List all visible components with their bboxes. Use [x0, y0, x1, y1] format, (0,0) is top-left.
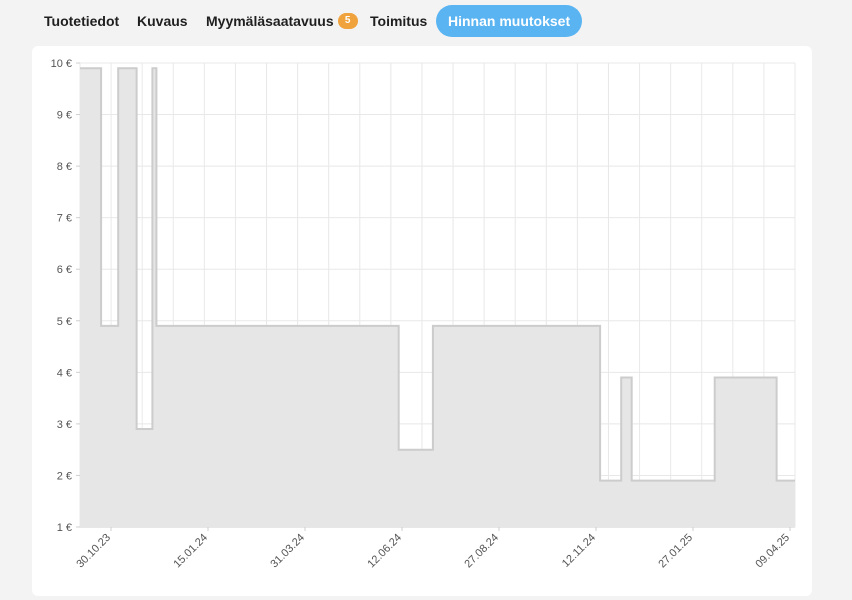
- tab-kuvaus[interactable]: Kuvaus: [137, 5, 188, 37]
- x-tick-label: 09.04.25: [753, 532, 792, 571]
- product-tabs: Tuotetiedot Kuvaus Myymäläsaatavuus 5 Toi…: [0, 0, 852, 42]
- price-history-card: 1 € 2 € 3 € 4 € 5 € 6 € 7 € 8 € 9 € 10 € 30.10.23…: [32, 46, 812, 596]
- price-area: [80, 67, 795, 527]
- y-tick-label: 10 €: [51, 58, 72, 70]
- y-tick-label: 9 €: [57, 110, 72, 122]
- x-tick-label: 30.10.23: [74, 532, 113, 571]
- y-tick-label: 1 €: [57, 522, 72, 534]
- availability-count-badge: 5: [337, 13, 358, 30]
- tab-hinnan-muutokset[interactable]: Hinnan muutokset: [436, 5, 583, 37]
- y-tick-label: 4 €: [57, 367, 72, 379]
- tab-tuotetiedot[interactable]: Tuotetiedot: [44, 5, 119, 37]
- y-axis-ticks: 1 € 2 € 3 € 4 € 5 € 6 € 7 € 8 € 9 € 10 €: [51, 58, 80, 534]
- tab-myymalasaatavuus-label: Myymäläsaatavuus: [206, 13, 334, 29]
- y-tick-label: 7 €: [57, 213, 72, 225]
- x-tick-label: 31.03.24: [268, 532, 307, 571]
- tab-myymalasaatavuus[interactable]: Myymäläsaatavuus 5: [206, 5, 358, 37]
- x-axis-ticks: 30.10.23 15.01.24 31.03.24 12.06.24 27.08.24…: [74, 527, 792, 570]
- y-tick-label: 3 €: [57, 419, 72, 431]
- x-tick-label: 27.08.24: [462, 532, 501, 571]
- price-history-chart: 1 € 2 € 3 € 4 € 5 € 6 € 7 € 8 € 9 € 10 € 30.10.23…: [51, 58, 796, 570]
- x-tick-label: 15.01.24: [171, 532, 210, 571]
- y-tick-label: 6 €: [57, 264, 72, 276]
- price-area-fill: [80, 68, 795, 527]
- x-tick-label: 27.01.25: [656, 532, 695, 571]
- y-tick-label: 5 €: [57, 316, 72, 328]
- x-tick-label: 12.06.24: [365, 532, 404, 571]
- y-tick-label: 2 €: [57, 470, 72, 482]
- x-tick-label: 12.11.24: [560, 532, 598, 570]
- tab-toimitus[interactable]: Toimitus: [370, 5, 427, 37]
- y-tick-label: 8 €: [57, 161, 72, 173]
